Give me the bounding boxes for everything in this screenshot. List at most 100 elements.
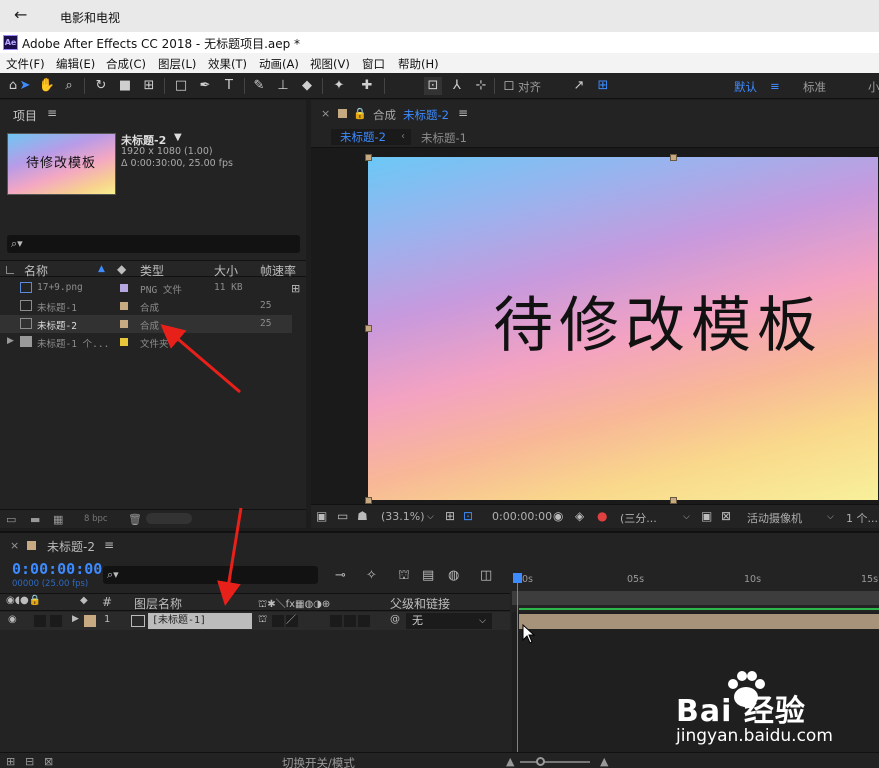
project-search-input[interactable]: ⌕▾	[7, 235, 300, 253]
type-tool-icon[interactable]: T	[220, 77, 238, 95]
column-parent[interactable]: 父级和链接	[390, 595, 450, 612]
project-scrollbar[interactable]	[146, 513, 192, 524]
in-out-icon[interactable]: ⊠	[44, 755, 53, 768]
audio-toggle[interactable]	[34, 615, 46, 627]
interpret-footage-icon[interactable]: ▭	[6, 513, 16, 526]
expand-triangle-icon[interactable]: ▶	[7, 336, 14, 346]
eye-icon[interactable]: ◉	[8, 614, 17, 625]
layer-switches-icon[interactable]: ⊞	[6, 755, 15, 768]
time-ruler[interactable]: 0s 05s 10s 15s	[512, 559, 879, 595]
views-select[interactable]: 1 个...	[846, 510, 878, 526]
collapse-switch[interactable]	[272, 615, 284, 627]
zoom-in-icon[interactable]: ▲	[600, 755, 608, 768]
workspace-standard[interactable]: 标准	[803, 79, 826, 95]
timeline-current-time[interactable]: 0:00:00:00	[12, 560, 102, 578]
pen-tool-icon[interactable]: ✒	[196, 77, 214, 95]
zoom-tool-icon[interactable]: ⌕	[60, 77, 78, 95]
workspace-default[interactable]: 默认	[734, 79, 757, 95]
frame-blending-icon[interactable]: ▤	[422, 568, 434, 583]
chevron-down-icon[interactable]: ⌵	[683, 512, 690, 522]
brush-tool-icon[interactable]: ✎	[250, 77, 268, 95]
toggle-transparency-icon[interactable]: ⊠	[721, 509, 731, 523]
layer-label-swatch[interactable]	[84, 615, 96, 627]
project-item-row[interactable]: 未标题-1 合成 25	[0, 297, 292, 315]
solo-toggle[interactable]	[50, 615, 62, 627]
resolution-select[interactable]: (三分...	[620, 510, 657, 526]
adjustment-switch[interactable]	[344, 615, 356, 627]
clone-stamp-tool-icon[interactable]: ⊥	[274, 77, 292, 95]
eraser-tool-icon[interactable]: ◆	[298, 77, 316, 95]
transform-handle[interactable]	[670, 154, 677, 161]
local-axis-icon[interactable]: ⊡	[424, 77, 442, 95]
workspace-menu-icon[interactable]: ≡	[770, 79, 780, 93]
motion-blur-icon[interactable]: ◍	[448, 568, 459, 583]
snap-icon[interactable]: ↗	[570, 77, 588, 95]
tab-comp-2[interactable]: 未标题-2	[331, 129, 411, 145]
transparency-grid-icon[interactable]: ⊡	[463, 509, 473, 523]
timeline-tab[interactable]: 未标题-2	[47, 538, 95, 555]
project-item-row[interactable]: 17+9.png PNG 文件 11 KB	[0, 279, 292, 297]
snap-grid-icon[interactable]: ⊞	[594, 77, 612, 95]
zoom-slider-knob[interactable]	[536, 757, 545, 766]
composition-viewer[interactable]: 待修改模板	[368, 157, 878, 500]
menu-help[interactable]: 帮助(H)	[398, 56, 439, 72]
transform-handle[interactable]	[365, 154, 372, 161]
show-snapshot-icon[interactable]: ◈	[575, 509, 584, 523]
column-name[interactable]: 名称	[24, 262, 48, 279]
draft-3d-icon[interactable]: ✧	[366, 568, 377, 583]
hand-tool-icon[interactable]: ✋	[38, 77, 56, 95]
transform-handle[interactable]	[670, 497, 677, 504]
chevron-down-icon[interactable]: ⌵	[427, 512, 434, 522]
camera-tool-icon[interactable]: ■	[116, 77, 134, 95]
zoom-slider-track[interactable]	[520, 761, 590, 763]
label-swatch[interactable]	[120, 320, 128, 328]
menu-window[interactable]: 窗口	[362, 56, 385, 72]
panel-menu-icon[interactable]: ≡	[104, 538, 114, 552]
panel-menu-icon[interactable]: ≡	[47, 106, 57, 120]
menu-layer[interactable]: 图层(L)	[158, 56, 196, 72]
monitor-icon[interactable]: ▭	[337, 509, 348, 523]
column-size[interactable]: 大小	[214, 262, 238, 279]
shy-switch-icon[interactable]: ⛫	[258, 614, 267, 627]
graph-editor-icon[interactable]: ◫	[480, 568, 492, 583]
chevron-left-icon[interactable]: ‹	[401, 131, 405, 142]
work-area-bar[interactable]	[512, 591, 879, 605]
align-checkbox[interactable]: ☐	[500, 77, 518, 95]
transfer-controls-icon[interactable]: ⊟	[25, 755, 34, 768]
transform-handle[interactable]	[365, 497, 372, 504]
rotate-tool-icon[interactable]: ↻	[92, 77, 110, 95]
layer-duration-bar[interactable]	[519, 614, 879, 629]
flowchart-icon[interactable]: ⊞	[291, 282, 300, 295]
menu-view[interactable]: 视图(V)	[310, 56, 350, 72]
view-axis-icon[interactable]: ⊹	[472, 77, 490, 95]
zoom-out-icon[interactable]: ▲	[506, 755, 514, 768]
column-type[interactable]: 类型	[140, 262, 164, 279]
zoom-level[interactable]: (33.1%)	[381, 510, 425, 523]
pan-behind-tool-icon[interactable]: ⊞	[140, 77, 158, 95]
menu-file[interactable]: 文件(F)	[6, 56, 45, 72]
rectangle-tool-icon[interactable]: □	[172, 77, 190, 95]
new-folder-icon[interactable]: ▬	[30, 513, 40, 526]
project-item-row[interactable]: ▶ 未标题-1 个... 文件夹	[0, 333, 292, 351]
timeline-search-input[interactable]: ⌕▾	[103, 566, 318, 584]
selection-tool-icon[interactable]: ➤	[16, 77, 34, 95]
world-axis-icon[interactable]: ⅄	[448, 77, 466, 95]
current-time[interactable]: 0:00:00:00	[492, 510, 552, 523]
channel-icon[interactable]: ●	[597, 509, 607, 523]
new-composition-icon[interactable]: ▦	[53, 513, 63, 526]
toggle-switches-modes[interactable]: 切换开关/模式	[282, 755, 355, 768]
expand-triangle-icon[interactable]: ▶	[72, 614, 79, 624]
panel-menu-icon[interactable]: ≡	[458, 106, 468, 120]
column-fps[interactable]: 帧速率	[260, 262, 296, 279]
bit-depth[interactable]: 8 bpc	[84, 514, 108, 524]
layer-row[interactable]: ◉ ▶ 1 [未标题-1] ⛫ ／ @ 无 ⌵	[0, 612, 510, 630]
layer-name[interactable]: [未标题-1]	[148, 613, 252, 629]
pick-whip-icon[interactable]: @	[390, 614, 400, 625]
close-icon[interactable]: ×	[321, 107, 330, 120]
lock-icon[interactable]: 🔒	[353, 107, 367, 120]
back-arrow-icon[interactable]: ←	[14, 5, 27, 24]
menu-compose[interactable]: 合成(C)	[106, 56, 146, 72]
quality-switch-icon[interactable]: ／	[286, 615, 298, 627]
mask-visibility-icon[interactable]: ☗	[357, 509, 368, 523]
puppet-pin-tool-icon[interactable]: ✚	[358, 77, 376, 95]
